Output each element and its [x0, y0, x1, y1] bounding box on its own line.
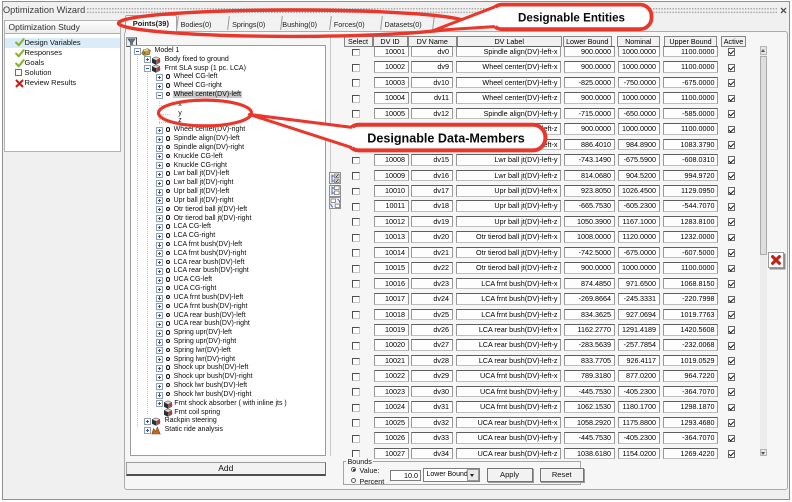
svg-text:Designable Entities: Designable Entities — [518, 12, 625, 25]
svg-text:Designable Data-Members: Designable Data-Members — [367, 131, 524, 145]
